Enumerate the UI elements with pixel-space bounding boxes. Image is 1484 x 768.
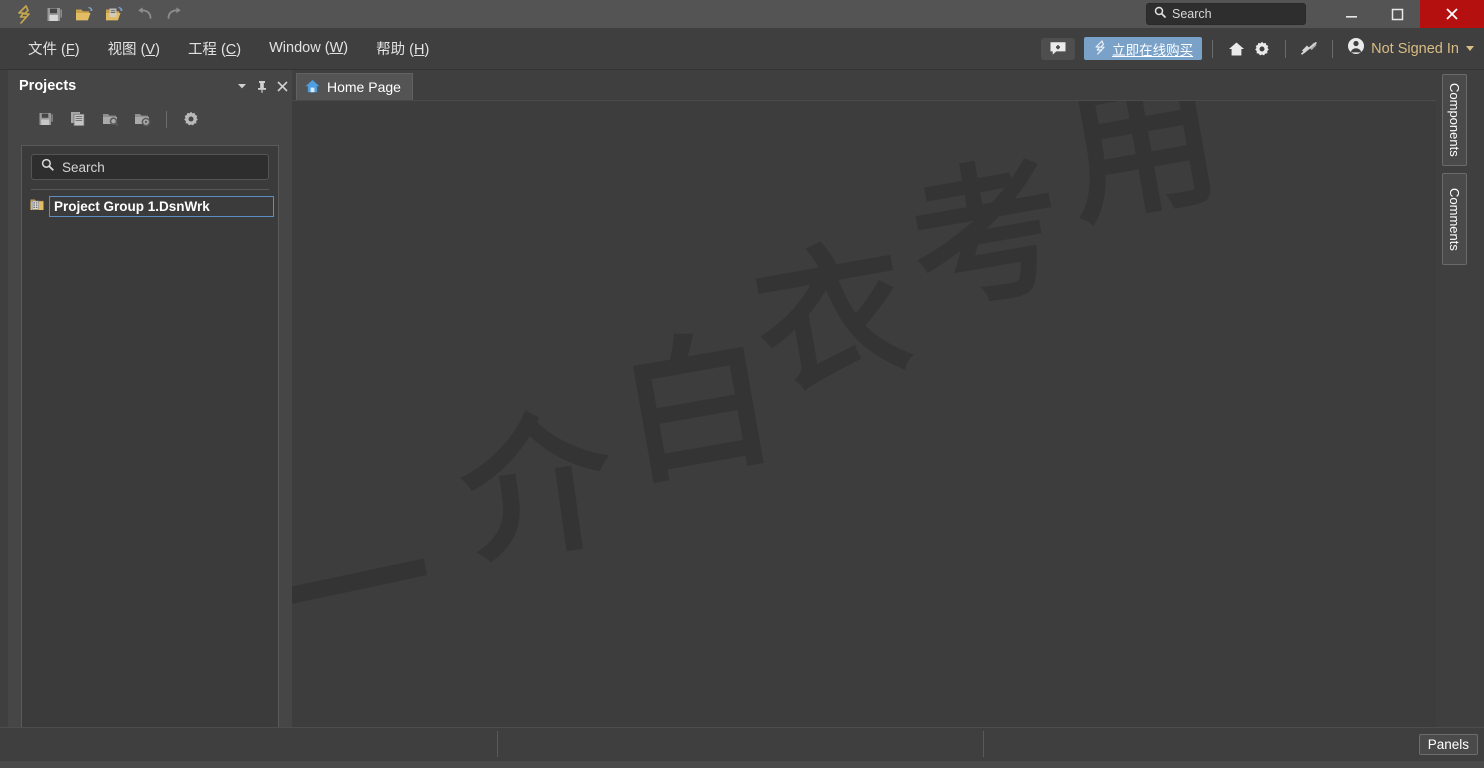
gear-icon[interactable] <box>1249 37 1275 61</box>
status-bar-bottom-strip <box>0 761 1484 768</box>
projects-search-input[interactable]: Search <box>31 154 269 180</box>
workspace-icon <box>30 197 45 216</box>
menu-window[interactable]: Window (W) <box>255 36 362 61</box>
projects-tree: Project Group 1.DsnWrk <box>22 195 278 217</box>
menu-view[interactable]: 视图 (V) <box>94 34 174 64</box>
save-icon[interactable] <box>40 1 68 27</box>
editor-canvas[interactable]: 一 介 白 衣 考 用 <box>292 100 1436 727</box>
watermark-char-1: 一 <box>292 486 449 690</box>
watermark-char-6: 用 <box>1052 100 1232 248</box>
menu-project-mnemonic: C <box>225 41 237 58</box>
menu-window-label: Window <box>269 40 321 56</box>
application-window: Search 文件 (F) 视图 (V) 工程 (C) Window (W) 帮… <box>0 0 1484 768</box>
tree-item-label: Project Group 1.DsnWrk <box>54 198 210 214</box>
home-icon[interactable] <box>1223 37 1249 61</box>
status-separator-1 <box>497 731 498 757</box>
menu-file-mnemonic: F <box>65 41 75 58</box>
panel-left-edge <box>0 70 8 727</box>
menu-project-label: 工程 <box>187 41 217 58</box>
redo-icon[interactable] <box>160 1 188 27</box>
toolbar-separator <box>166 110 167 128</box>
close-icon[interactable] <box>272 75 292 97</box>
vertical-tab-components[interactable]: Components <box>1442 74 1467 166</box>
tab-home-page[interactable]: Home Page <box>296 73 413 100</box>
menu-bar: 文件 (F) 视图 (V) 工程 (C) Window (W) 帮助 (H) 立… <box>0 28 1484 70</box>
panels-button-label: Panels <box>1427 737 1469 752</box>
document-tab-bar: Home Page <box>292 70 1436 100</box>
watermark-char-4: 衣 <box>742 218 922 418</box>
projects-panel: Projects Search Project Group 1.DsnWrk <box>0 70 292 768</box>
status-bar: Panels <box>0 727 1484 768</box>
canvas-watermark: 一 介 白 衣 考 用 <box>292 100 1436 723</box>
global-search-box[interactable]: Search <box>1146 3 1306 25</box>
menu-file-label: 文件 <box>28 41 57 58</box>
account-status-label: Not Signed In <box>1371 40 1459 57</box>
altium-logo-icon[interactable] <box>10 1 38 27</box>
global-search-placeholder: Search <box>1172 7 1212 21</box>
watermark-char-2: 介 <box>450 390 624 586</box>
user-account-icon <box>1347 37 1365 60</box>
tree-row[interactable]: Project Group 1.DsnWrk <box>26 195 274 217</box>
projects-search-placeholder: Search <box>62 159 105 175</box>
title-bar: Search <box>0 0 1484 28</box>
menu-view-label: 视图 <box>107 41 137 58</box>
watermark-char-5: 考 <box>897 136 1077 336</box>
save-all-icon[interactable] <box>62 105 94 133</box>
add-comment-icon[interactable] <box>1041 37 1076 60</box>
projects-tree-container: Search Project Group 1.DsnWrk <box>21 145 279 758</box>
home-page-icon <box>305 79 320 96</box>
connection-offline-icon[interactable] <box>1296 37 1322 61</box>
panel-menu-chevron-icon[interactable] <box>232 75 252 97</box>
buy-online-button[interactable]: 立即在线购买 <box>1084 37 1203 60</box>
watermark-char-3: 白 <box>607 308 787 508</box>
project-options-folder-icon[interactable] <box>126 105 158 133</box>
menu-help[interactable]: 帮助 (H) <box>362 34 443 64</box>
search-icon <box>1154 5 1166 23</box>
account-menu[interactable]: Not Signed In <box>1347 37 1474 60</box>
close-button[interactable] <box>1420 0 1484 28</box>
chevron-down-icon[interactable] <box>1466 46 1474 51</box>
pin-icon[interactable] <box>252 75 272 97</box>
menu-separator-3 <box>1332 39 1334 58</box>
vertical-tab-comments-label: Comments <box>1447 187 1462 251</box>
window-controls <box>1328 0 1484 28</box>
menu-separator-2 <box>1285 39 1287 58</box>
projects-divider <box>31 189 269 190</box>
projects-panel-toolbar <box>8 103 292 135</box>
menubar-right-tools: 立即在线购买 Not Signed In <box>1041 37 1484 61</box>
gear-icon[interactable] <box>175 105 207 133</box>
menu-view-mnemonic: V <box>145 41 156 58</box>
panel-title: Projects <box>19 78 77 94</box>
minimize-button[interactable] <box>1328 0 1374 28</box>
panels-button[interactable]: Panels <box>1418 734 1478 755</box>
open-project-icon[interactable] <box>100 1 128 27</box>
menu-separator-1 <box>1212 39 1214 58</box>
menu-items: 文件 (F) 视图 (V) 工程 (C) Window (W) 帮助 (H) <box>0 34 443 64</box>
menu-project[interactable]: 工程 (C) <box>174 34 255 64</box>
undo-icon[interactable] <box>130 1 158 27</box>
tab-home-page-label: Home Page <box>327 79 401 95</box>
vertical-tab-components-label: Components <box>1447 83 1462 157</box>
altium-mark-icon <box>1093 39 1107 58</box>
menu-help-label: 帮助 <box>376 41 406 58</box>
maximize-button[interactable] <box>1374 0 1420 28</box>
menu-window-mnemonic: W <box>329 40 344 56</box>
menu-help-mnemonic: H <box>413 41 425 58</box>
save-project-icon[interactable] <box>30 105 62 133</box>
open-project-browse-icon[interactable] <box>94 105 126 133</box>
projects-panel-header: Projects <box>8 72 292 100</box>
open-document-icon[interactable] <box>70 1 98 27</box>
status-separator-2 <box>983 731 984 757</box>
menu-file[interactable]: 文件 (F) <box>14 34 94 64</box>
vertical-tab-comments[interactable]: Comments <box>1442 173 1467 265</box>
quick-access-toolbar <box>0 1 188 27</box>
search-icon <box>41 158 54 176</box>
buy-online-label: 立即在线购买 <box>1112 42 1194 58</box>
right-panel-tab-strip: Components Comments <box>1436 70 1484 727</box>
tree-item-selection-box[interactable]: Project Group 1.DsnWrk <box>49 195 274 217</box>
